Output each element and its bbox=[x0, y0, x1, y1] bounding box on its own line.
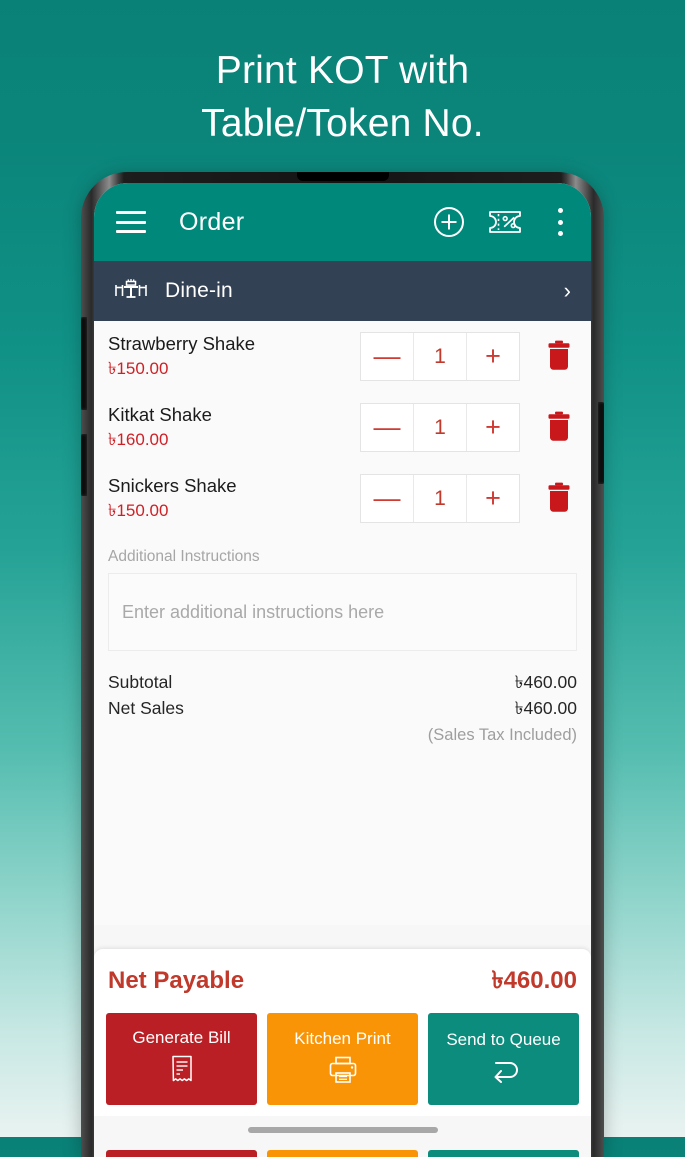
peek-generate-bill bbox=[106, 1150, 257, 1157]
power-button[interactable] bbox=[81, 434, 87, 496]
order-item-info: Snickers Shake ৳150.00 bbox=[108, 474, 360, 523]
add-circle-icon[interactable] bbox=[433, 206, 465, 238]
chevron-right-icon: › bbox=[563, 278, 571, 303]
order-item-name: Strawberry Shake bbox=[108, 333, 256, 354]
net-sales-value: ৳460.00 bbox=[514, 698, 577, 718]
net-sales-row: Net Sales ৳460.00 bbox=[108, 695, 577, 721]
order-item-row: Strawberry Shake ৳150.00 — 1 + bbox=[94, 321, 591, 392]
increase-quantity-button[interactable]: + bbox=[467, 404, 519, 451]
decrease-quantity-button[interactable]: — bbox=[361, 475, 413, 522]
quantity-value: 1 bbox=[413, 475, 467, 522]
net-payable-row: Net Payable ৳460.00 bbox=[106, 959, 579, 1013]
footer-actions: Generate Bill Kitchen Print Send to Queu… bbox=[106, 1013, 579, 1105]
more-vertical-icon[interactable] bbox=[547, 208, 573, 236]
page-title: Order bbox=[179, 207, 245, 236]
phone-mockup-frame: Order Dine-in › Strawberry Shake ৳150.00… bbox=[81, 172, 604, 1157]
subtotal-value: ৳460.00 bbox=[514, 672, 577, 692]
net-payable-label: Net Payable bbox=[108, 967, 245, 994]
peek-kitchen-print bbox=[267, 1150, 418, 1157]
peek-send-to-queue bbox=[428, 1150, 579, 1157]
quantity-stepper: — 1 + bbox=[360, 474, 520, 523]
send-to-queue-label: Send to Queue bbox=[446, 1030, 561, 1049]
order-item-name: Snickers Shake bbox=[108, 475, 237, 496]
subtotal-label: Subtotal bbox=[108, 672, 173, 692]
order-type-selector[interactable]: Dine-in › bbox=[94, 261, 591, 321]
kitchen-print-button[interactable]: Kitchen Print bbox=[267, 1013, 418, 1105]
quantity-value: 1 bbox=[413, 333, 467, 380]
app-bar-actions bbox=[433, 206, 573, 238]
delete-item-icon[interactable] bbox=[545, 411, 573, 445]
order-item-row: Snickers Shake ৳150.00 — 1 + bbox=[94, 463, 591, 534]
receipt-icon bbox=[170, 1055, 194, 1090]
dine-in-table-icon bbox=[114, 276, 148, 307]
sales-tax-note: (Sales Tax Included) bbox=[427, 726, 577, 744]
generate-bill-label: Generate Bill bbox=[132, 1028, 231, 1047]
decrease-quantity-button[interactable]: — bbox=[361, 404, 413, 451]
delete-item-icon[interactable] bbox=[545, 482, 573, 516]
generate-bill-button[interactable]: Generate Bill bbox=[106, 1013, 257, 1105]
quantity-stepper: — 1 + bbox=[360, 332, 520, 381]
quantity-value: 1 bbox=[413, 404, 467, 451]
order-content: Strawberry Shake ৳150.00 — 1 + Kitkat Sh… bbox=[94, 321, 591, 925]
order-type-label: Dine-in bbox=[165, 279, 233, 302]
order-item-info: Strawberry Shake ৳150.00 bbox=[108, 332, 360, 381]
promo-headline-line1: Print KOT with bbox=[215, 49, 470, 92]
order-item-name: Kitkat Shake bbox=[108, 404, 212, 425]
totals-section: Subtotal ৳460.00 Net Sales ৳460.00 (Sale… bbox=[94, 651, 591, 745]
order-item-row: Kitkat Shake ৳160.00 — 1 + bbox=[94, 392, 591, 463]
decrease-quantity-button[interactable]: — bbox=[361, 333, 413, 380]
increase-quantity-button[interactable]: + bbox=[467, 475, 519, 522]
kitchen-print-label: Kitchen Print bbox=[294, 1029, 391, 1048]
checkout-footer: Net Payable ৳460.00 Generate Bill Kitche… bbox=[94, 949, 591, 1116]
increase-quantity-button[interactable]: + bbox=[467, 333, 519, 380]
send-to-queue-button[interactable]: Send to Queue bbox=[428, 1013, 579, 1105]
promo-headline-line2: Table/Token No. bbox=[201, 102, 484, 145]
additional-instructions-input[interactable]: Enter additional instructions here bbox=[108, 573, 577, 651]
navigation-pill[interactable] bbox=[247, 1127, 438, 1133]
net-sales-label: Net Sales bbox=[108, 698, 184, 718]
peek-action-strip bbox=[106, 1150, 579, 1157]
net-payable-value: ৳460.00 bbox=[491, 967, 577, 994]
order-item-price: ৳160.00 bbox=[108, 430, 169, 449]
order-item-price: ৳150.00 bbox=[108, 359, 169, 378]
order-item-info: Kitkat Shake ৳160.00 bbox=[108, 403, 360, 452]
printer-icon bbox=[328, 1056, 358, 1089]
promo-headline: Print KOT with Table/Token No. bbox=[0, 44, 685, 150]
quantity-stepper: — 1 + bbox=[360, 403, 520, 452]
phone-notch bbox=[296, 172, 389, 181]
subtotal-row: Subtotal ৳460.00 bbox=[108, 669, 577, 695]
order-item-price: ৳150.00 bbox=[108, 501, 169, 520]
return-arrow-icon bbox=[486, 1057, 522, 1088]
hamburger-menu-icon[interactable] bbox=[116, 211, 146, 233]
volume-button[interactable] bbox=[81, 317, 87, 410]
discount-ticket-icon[interactable] bbox=[488, 209, 524, 235]
phone-screen: Order Dine-in › Strawberry Shake ৳150.00… bbox=[94, 183, 591, 1157]
additional-instructions-label: Additional Instructions bbox=[108, 548, 260, 565]
delete-item-icon[interactable] bbox=[545, 340, 573, 374]
app-bar: Order bbox=[94, 183, 591, 261]
side-button-right[interactable] bbox=[598, 402, 604, 484]
